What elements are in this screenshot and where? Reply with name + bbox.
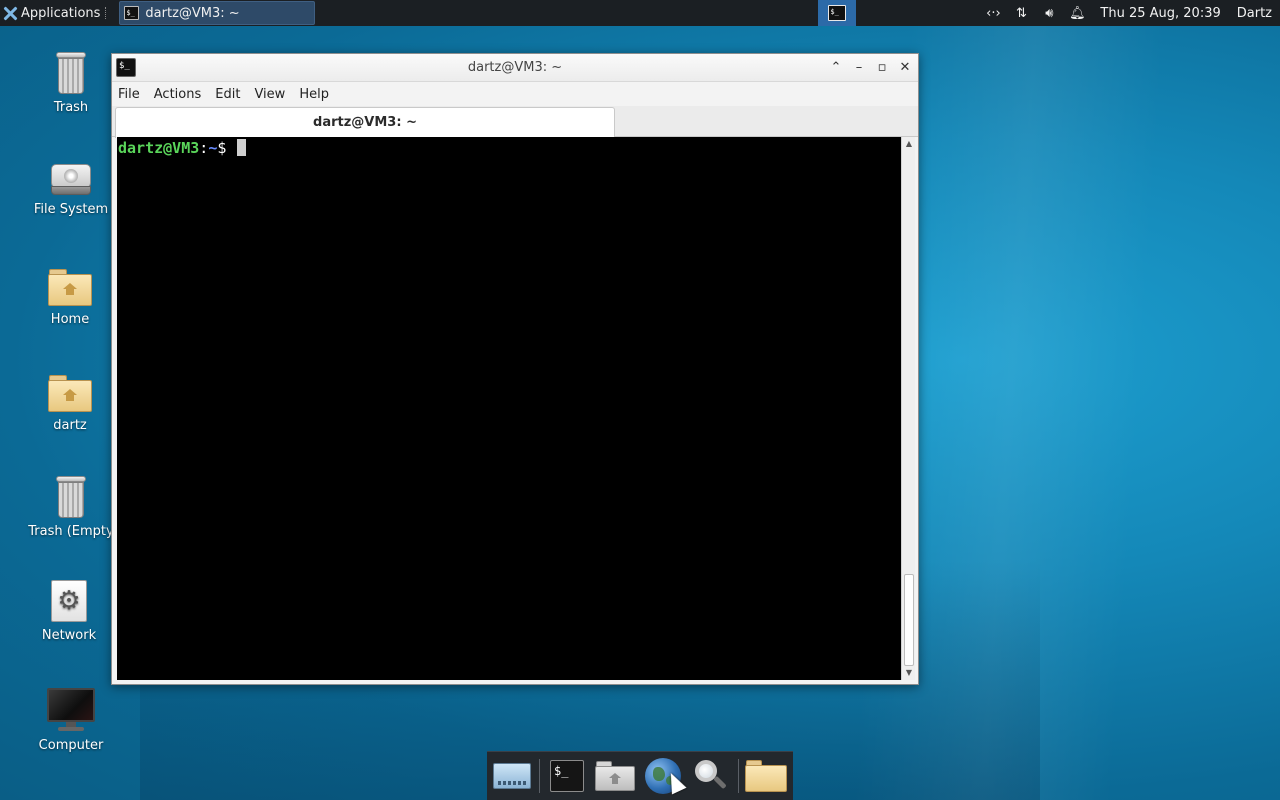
xfce-logo-icon xyxy=(3,6,18,21)
scroll-down-icon[interactable]: ▼ xyxy=(902,667,916,679)
menu-actions[interactable]: Actions xyxy=(154,87,202,102)
menu-bar: File Actions Edit View Help xyxy=(112,82,918,106)
desktop-icon-network[interactable]: ⚙ Network xyxy=(21,580,117,643)
roll-up-icon[interactable]: ⌃ xyxy=(829,58,843,78)
window-title: dartz@VM3: ~ xyxy=(467,60,563,75)
desktop-icon-label: File System xyxy=(33,202,109,217)
dock-separator xyxy=(539,759,540,793)
prompt-user-host: dartz@VM3 xyxy=(118,139,200,157)
volume-icon[interactable]: 🔊︎ xyxy=(1040,6,1058,21)
desktop-icon-computer[interactable]: Computer xyxy=(23,688,119,753)
menu-file[interactable]: File xyxy=(118,87,140,102)
desktop-icon-trash-empty[interactable]: Trash (Empty xyxy=(23,476,119,539)
desktop-icon-file-system[interactable]: File System xyxy=(23,162,119,217)
show-desktop-icon xyxy=(493,763,531,789)
bottom-dock: $_ xyxy=(487,751,793,800)
tab-terminal[interactable]: dartz@VM3: ~ xyxy=(115,107,615,138)
scrollbar-thumb[interactable] xyxy=(904,574,914,666)
maximize-icon[interactable]: ▫ xyxy=(875,58,889,78)
terminal-icon: $_ xyxy=(828,5,847,21)
applications-label: Applications xyxy=(21,5,101,21)
trash-icon xyxy=(55,476,87,518)
desktop-icon-label: Home xyxy=(50,312,90,327)
applications-menu-button[interactable]: Applications xyxy=(0,0,113,26)
file-manager-icon xyxy=(745,760,787,792)
tab-bar: dartz@VM3: ~ xyxy=(112,106,918,138)
terminal-output[interactable]: dartz@VM3:~$ xyxy=(117,137,901,680)
window-titlebar[interactable]: $_ dartz@VM3: ~ ⌃ – ▫ ✕ xyxy=(112,54,918,82)
terminal-window: $_ dartz@VM3: ~ ⌃ – ▫ ✕ File Actions Edi… xyxy=(111,53,919,685)
drive-icon xyxy=(49,162,93,196)
menu-edit[interactable]: Edit xyxy=(215,87,240,102)
desktop-icon-label: Trash xyxy=(53,100,89,115)
desktop-icon-home[interactable]: Home xyxy=(22,268,118,327)
desktop-icon-label: dartz xyxy=(53,418,87,433)
workspace-switcher[interactable]: $_ xyxy=(818,0,857,26)
network-activity-icon[interactable]: ‹·› xyxy=(984,6,1002,21)
home-folder-icon xyxy=(47,374,93,412)
dock-terminal[interactable]: $_ xyxy=(546,754,588,798)
prompt-path: ~ xyxy=(208,139,218,157)
prompt-line: dartz@VM3:~$ xyxy=(118,139,247,157)
gear-icon: ⚙ xyxy=(51,580,87,622)
panel-separator xyxy=(105,7,109,19)
dock-separator xyxy=(738,759,739,793)
terminal-icon[interactable]: $_ xyxy=(116,58,136,77)
desktop-icon-label: Network xyxy=(41,628,97,643)
close-icon[interactable]: ✕ xyxy=(898,58,912,78)
desktop-icon-label: Trash (Empty xyxy=(28,524,114,539)
system-tray: ‹·› ⇅ 🔊︎ 🔔︎ Thu 25 Aug, 20:39 Dartz xyxy=(984,0,1280,26)
terminal-icon: $_ xyxy=(124,6,140,20)
notification-bell-icon[interactable]: 🔔︎ xyxy=(1068,6,1086,21)
home-folder-icon xyxy=(595,761,635,791)
dock-file-manager[interactable] xyxy=(745,754,787,798)
app-finder-icon xyxy=(693,758,729,794)
home-folder-icon xyxy=(47,268,93,306)
text-cursor xyxy=(237,139,247,156)
desktop-icon-trash[interactable]: Trash xyxy=(23,52,119,115)
clock[interactable]: Thu 25 Aug, 20:39 xyxy=(1100,6,1220,21)
dock-app-finder[interactable] xyxy=(690,754,732,798)
top-panel: Applications $_ dartz@VM3: ~ $_ ‹·› ⇅ 🔊︎… xyxy=(0,0,1280,26)
trash-icon xyxy=(55,52,87,94)
desktop-icon-label: Computer xyxy=(38,738,104,753)
prompt-symbol: $ xyxy=(217,139,227,157)
desktop-icon-dartz[interactable]: dartz xyxy=(22,374,118,433)
menu-view[interactable]: View xyxy=(254,87,285,102)
dock-show-desktop[interactable] xyxy=(491,754,533,798)
updown-arrows-icon[interactable]: ⇅ xyxy=(1012,6,1030,21)
user-menu[interactable]: Dartz xyxy=(1237,6,1272,21)
minimize-icon[interactable]: – xyxy=(852,58,866,78)
menu-help[interactable]: Help xyxy=(299,87,329,102)
scroll-up-icon[interactable]: ▲ xyxy=(902,138,916,150)
taskbar-window-button[interactable]: $_ dartz@VM3: ~ xyxy=(119,1,316,25)
terminal-icon: $_ xyxy=(550,760,584,792)
prompt-colon: : xyxy=(199,139,209,157)
terminal-scrollbar[interactable]: ▲ ▼ xyxy=(901,137,915,680)
monitor-icon xyxy=(46,688,96,732)
taskbar-window-title: dartz@VM3: ~ xyxy=(145,5,240,21)
dock-home-folder[interactable] xyxy=(594,754,636,798)
